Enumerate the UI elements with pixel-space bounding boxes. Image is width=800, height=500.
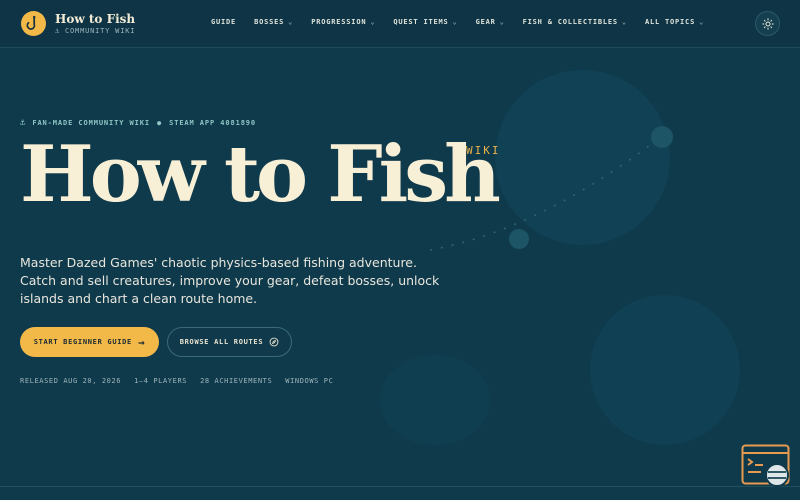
section-divider (0, 486, 800, 487)
nav-item-bosses[interactable]: BOSSES ⌄ (254, 18, 293, 26)
chevron-down-icon: ⌄ (452, 18, 458, 26)
anchor-icon: ⚓ (55, 27, 61, 35)
main-nav: GUIDE BOSSES ⌄ PROGRESSION ⌄ QUEST ITEMS ⌄ … (211, 18, 722, 26)
achievement-count: 28 ACHIEVEMENTS (200, 377, 273, 385)
steam-app-id: STEAM APP 4081890 (169, 119, 257, 127)
nav-item-label: QUEST ITEMS (393, 18, 449, 26)
arrow-right-icon: → (137, 335, 146, 349)
bobber-dot (509, 229, 529, 249)
hero-eyebrow: ⚓ FAN-MADE COMMUNITY WIKI ● STEAM APP 40… (20, 118, 256, 128)
player-count: 1–4 PLAYERS (134, 377, 188, 385)
fishing-hook-icon[interactable] (21, 11, 46, 36)
site-subtitle-text: COMMUNITY WIKI (65, 27, 136, 35)
start-beginner-guide-button[interactable]: START BEGINNER GUIDE → (20, 327, 159, 357)
chevron-down-icon: ⌄ (499, 18, 505, 26)
chevron-down-icon: ⌄ (621, 18, 627, 26)
wiki-tag: WIKI (466, 144, 501, 157)
terminal-icon (741, 444, 790, 487)
release-date: RELEASED AUG 20, 2026 (20, 377, 122, 385)
compass-icon (269, 337, 279, 347)
top-navbar: How to Fish ⚓ COMMUNITY WIKI GUIDE BOSSE… (0, 0, 800, 48)
nav-item-label: BOSSES (254, 18, 285, 26)
nav-item-label: GUIDE (211, 18, 237, 26)
browse-all-routes-button[interactable]: BROWSE ALL ROUTES (167, 327, 292, 357)
nav-item-fish-collectibles[interactable]: FISH & COLLECTIBLES ⌄ (523, 18, 627, 26)
game-meta: RELEASED AUG 20, 2026 1–4 PLAYERS 28 ACH… (20, 377, 346, 385)
nav-item-label: PROGRESSION (311, 18, 367, 26)
chevron-down-icon: ⌄ (370, 18, 376, 26)
eyebrow-label: FAN-MADE COMMUNITY WIKI (32, 119, 150, 127)
button-label: START BEGINNER GUIDE (33, 338, 132, 346)
site-title[interactable]: How to Fish (55, 12, 135, 26)
hero-description: Master Dazed Games' chaotic physics-base… (20, 255, 440, 306)
fishing-line-decoration (429, 135, 663, 251)
dot-separator: ● (156, 119, 163, 127)
nav-item-label: GEAR (475, 18, 496, 26)
bobber-dot (651, 126, 673, 148)
nav-item-gear[interactable]: GEAR ⌄ (476, 18, 505, 26)
hero-title: How to Fish (20, 129, 501, 220)
nav-item-all-topics[interactable]: ALL TOPICS ⌄ (645, 18, 704, 26)
button-label: BROWSE ALL ROUTES (179, 338, 264, 346)
nav-item-label: ALL TOPICS (644, 18, 696, 26)
hero-background (0, 0, 800, 500)
nav-item-guide[interactable]: GUIDE (211, 18, 236, 26)
chevron-down-icon: ⌄ (288, 18, 294, 26)
sun-icon (761, 17, 774, 30)
dev-tools-widget[interactable] (741, 444, 791, 490)
site-subtitle: ⚓ COMMUNITY WIKI (55, 27, 135, 35)
chevron-down-icon: ⌄ (699, 18, 705, 26)
anchor-icon: ⚓ (20, 118, 27, 128)
platform: WINDOWS PC (285, 377, 334, 385)
nav-item-progression[interactable]: PROGRESSION ⌄ (311, 18, 375, 26)
nav-item-quest-items[interactable]: QUEST ITEMS ⌄ (393, 18, 457, 26)
theme-toggle-button[interactable] (755, 11, 780, 36)
nav-item-label: FISH & COLLECTIBLES (522, 18, 618, 26)
